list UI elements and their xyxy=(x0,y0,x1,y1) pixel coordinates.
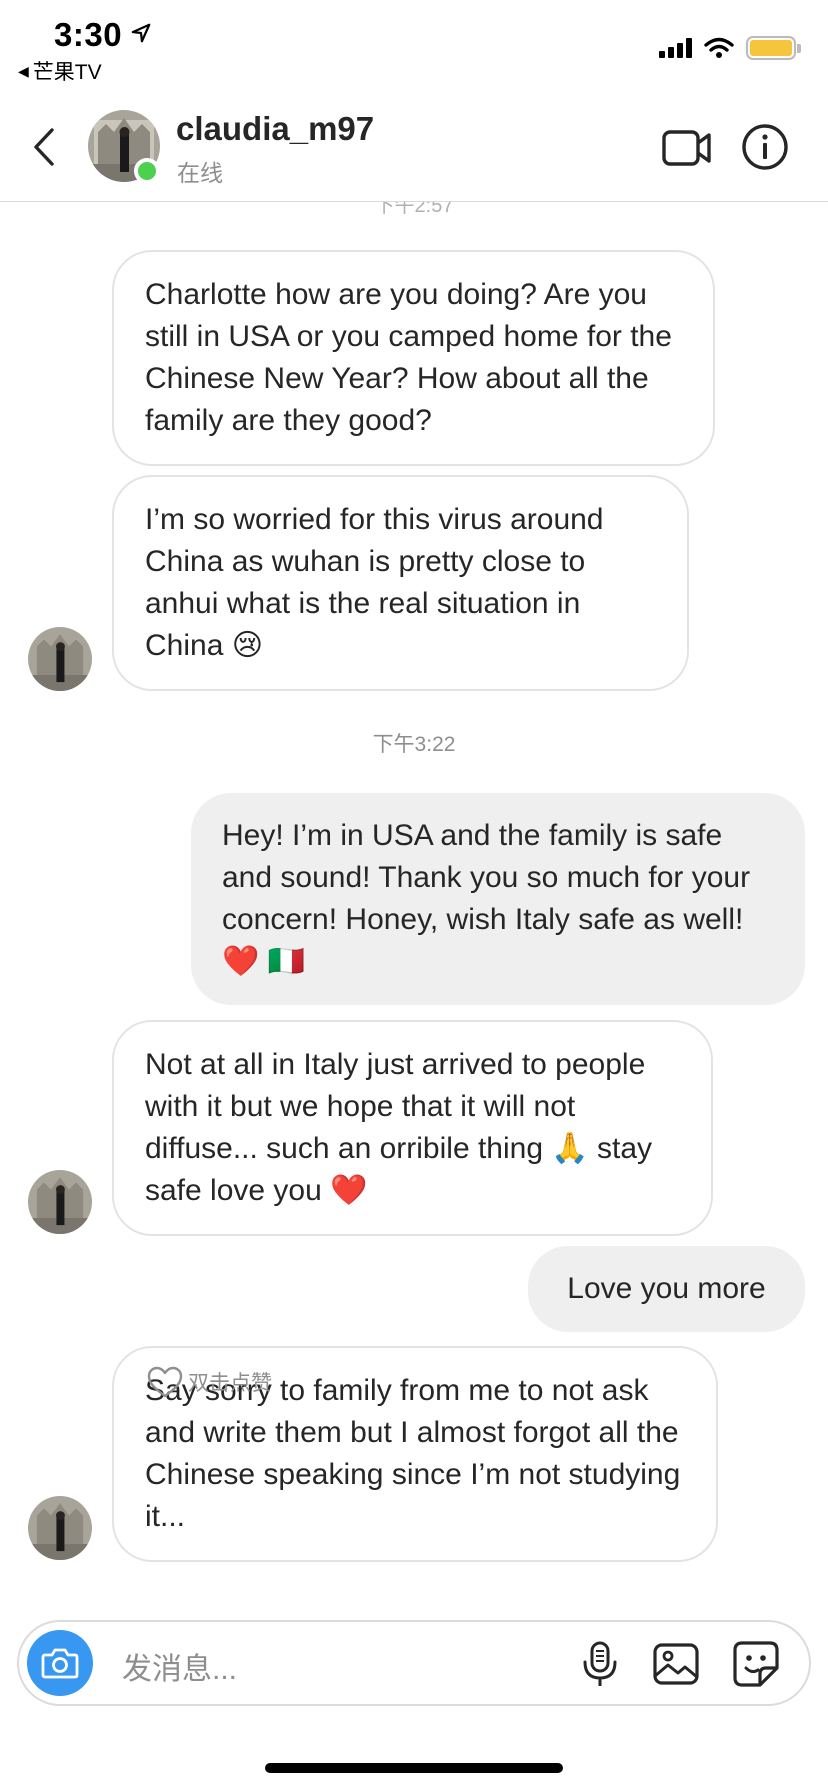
like-hint-label: 双击点赞 xyxy=(188,1372,272,1395)
message-bubble-outgoing[interactable]: Hey! I’m in USA and the family is safe a… xyxy=(191,793,805,1005)
status-time: 3:30 xyxy=(54,16,123,53)
message-composer: 发消息... xyxy=(17,1620,811,1706)
avatar-photo xyxy=(28,1496,92,1560)
timestamp: 下午3:22 xyxy=(372,733,456,756)
message-thread: 下午2:57 Charlotte how are you doing? Are … xyxy=(0,195,828,1603)
home-indicator[interactable] xyxy=(265,1763,563,1773)
location-arrow-icon xyxy=(131,23,151,43)
sticker-icon[interactable] xyxy=(732,1640,780,1688)
message-bubble-incoming[interactable]: Not at all in Italy just arrived to peop… xyxy=(112,1020,713,1236)
chat-header: claudia_m97 在线 xyxy=(0,92,828,202)
camera-icon xyxy=(41,1648,79,1679)
status-bar: 3:30 ◀ 芒果TV xyxy=(0,0,828,90)
online-status-dot xyxy=(134,158,160,184)
camera-button[interactable] xyxy=(27,1630,93,1696)
back-app-label: 芒果TV xyxy=(32,61,102,84)
message-bubble-incoming[interactable]: I’m so worried for this virus around Chi… xyxy=(112,475,689,691)
screen: 3:30 ◀ 芒果TV claudia_m97 在线 下午2:57 Charlo… xyxy=(0,0,828,1792)
video-call-icon[interactable] xyxy=(662,126,712,170)
gallery-icon[interactable] xyxy=(652,1640,700,1688)
sender-avatar[interactable] xyxy=(28,627,92,691)
online-status-label: 在线 xyxy=(177,160,223,186)
avatar-photo xyxy=(28,1170,92,1234)
message-input[interactable]: 发消息... xyxy=(122,1644,237,1688)
back-triangle-icon: ◀ xyxy=(18,62,29,79)
avatar-photo xyxy=(28,627,92,691)
double-tap-like-hint[interactable]: 双击点赞 xyxy=(146,1365,272,1399)
back-to-app-link[interactable]: ◀ 芒果TV xyxy=(18,56,102,86)
chat-username[interactable]: claudia_m97 xyxy=(176,110,374,148)
sender-avatar[interactable] xyxy=(28,1170,92,1234)
sender-avatar[interactable] xyxy=(28,1496,92,1560)
wifi-icon xyxy=(704,37,734,58)
message-bubble-outgoing[interactable]: Love you more xyxy=(528,1246,805,1332)
heart-outline-icon xyxy=(147,1366,183,1398)
message-bubble-incoming[interactable]: Charlotte how are you doing? Are you sti… xyxy=(112,250,715,466)
status-indicators xyxy=(659,36,801,60)
microphone-icon[interactable] xyxy=(581,1640,619,1688)
battery-icon xyxy=(746,36,801,60)
cellular-signal-icon xyxy=(659,38,692,58)
info-icon[interactable] xyxy=(740,122,790,172)
back-chevron-icon[interactable] xyxy=(28,124,62,170)
